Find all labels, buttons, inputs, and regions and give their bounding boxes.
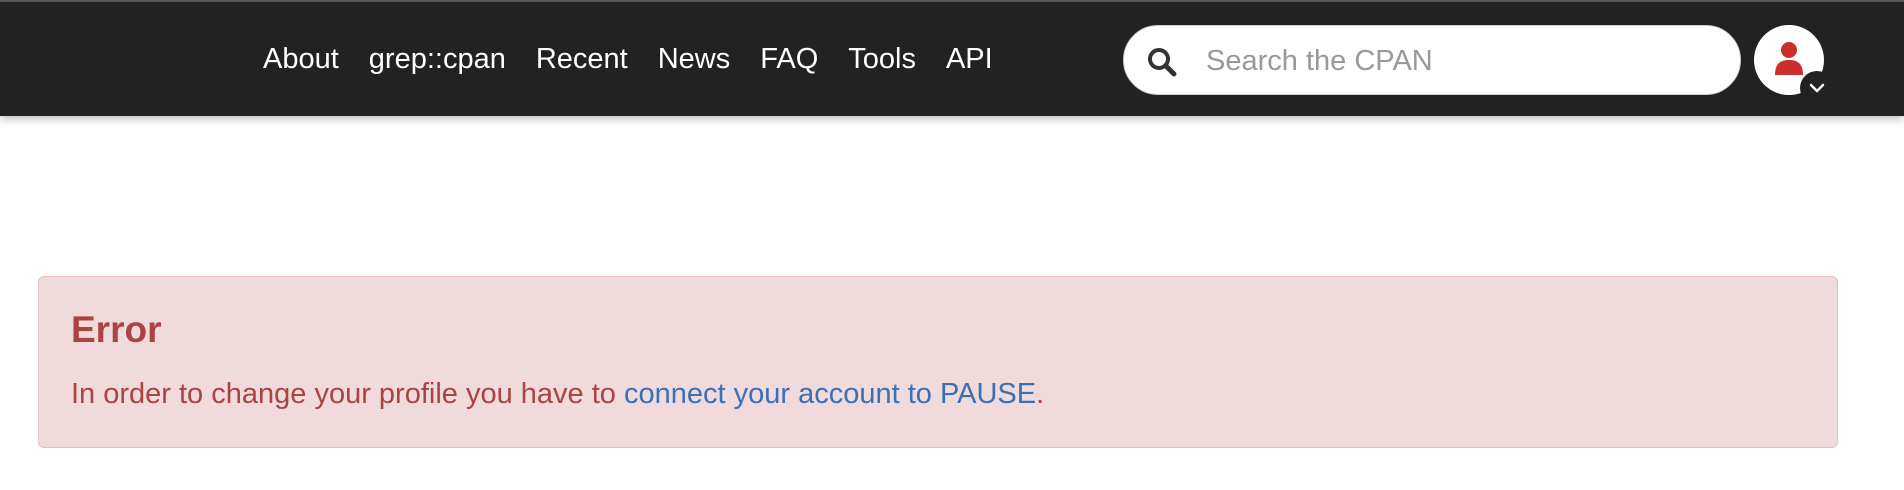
search-icon[interactable] <box>1146 46 1178 78</box>
alert-message-prefix: In order to change your profile you have… <box>71 378 624 410</box>
user-menu-toggle[interactable] <box>1754 25 1834 105</box>
alert-message-suffix: . <box>1036 378 1045 410</box>
nav-link-recent[interactable]: Recent <box>536 44 628 74</box>
main-nav: About grep::cpan Recent News FAQ Tools A… <box>263 2 1023 116</box>
alert-title: Error <box>71 309 162 350</box>
nav-link-faq[interactable]: FAQ <box>760 44 818 74</box>
nav-link-news[interactable]: News <box>658 44 731 74</box>
chevron-down-icon[interactable] <box>1800 71 1834 105</box>
search-input[interactable] <box>1204 34 1718 88</box>
connect-pause-link[interactable]: connect your account to PAUSE <box>624 378 1036 410</box>
nav-link-tools[interactable]: Tools <box>848 44 916 74</box>
nav-link-api[interactable]: API <box>946 44 993 74</box>
alert-message: In order to change your profile you have… <box>71 380 1044 409</box>
error-alert: Error In order to change your profile yo… <box>38 276 1838 448</box>
nav-link-about[interactable]: About <box>263 44 339 74</box>
user-icon <box>1775 42 1803 75</box>
search-box <box>1123 25 1741 95</box>
nav-link-grep-cpan[interactable]: grep::cpan <box>369 44 506 74</box>
top-navbar: About grep::cpan Recent News FAQ Tools A… <box>0 0 1904 116</box>
